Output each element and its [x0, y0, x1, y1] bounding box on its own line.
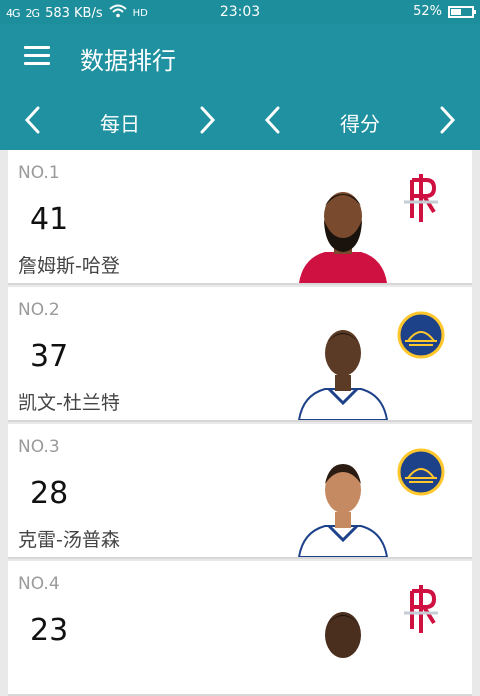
- player-headshot: [297, 464, 389, 557]
- player-name: 詹姆斯-哈登: [18, 255, 120, 277]
- period-next-chevron-icon[interactable]: [190, 102, 224, 138]
- rank-label: NO.2: [18, 300, 60, 320]
- battery-icon: [448, 5, 476, 18]
- stat-next-chevron-icon[interactable]: [430, 102, 464, 138]
- battery-fill: [451, 8, 461, 15]
- status-bar: 4G 2G 583 KB/s HD 23:03 52%: [0, 0, 480, 24]
- rockets-logo-icon: [404, 174, 438, 222]
- ranking-card-1[interactable]: NO.1 41 詹姆斯-哈登: [8, 150, 472, 285]
- rank-label: NO.4: [18, 574, 60, 594]
- app-bar: 数据排行: [0, 24, 480, 90]
- player-headshot: [325, 612, 361, 658]
- status-right: 52%: [413, 4, 476, 19]
- player-score: 23: [30, 613, 69, 648]
- rank-label: NO.3: [18, 437, 60, 457]
- hamburger-menu-icon[interactable]: [24, 46, 50, 66]
- warriors-logo-icon: [397, 311, 445, 359]
- period-filter-label: 每日: [100, 112, 140, 136]
- period-prev-chevron-icon[interactable]: [16, 102, 50, 138]
- clock: 23:03: [219, 4, 261, 20]
- rank-label: NO.1: [18, 163, 60, 183]
- player-name: 克雷-汤普森: [18, 529, 120, 551]
- player-name: 凯文-杜兰特: [18, 392, 120, 414]
- ranking-card-4[interactable]: NO.4 23: [8, 561, 472, 696]
- player-headshot: [297, 330, 389, 420]
- filter-bar: 每日 得分: [0, 90, 480, 150]
- stat-prev-chevron-icon[interactable]: [256, 102, 290, 138]
- ranking-card-2[interactable]: NO.2 37 凯文-杜兰特: [8, 287, 472, 422]
- player-score: 37: [30, 339, 69, 374]
- player-score: 41: [30, 202, 69, 237]
- player-score: 28: [30, 476, 69, 511]
- player-headshot: [299, 192, 387, 283]
- stat-filter-label: 得分: [340, 112, 380, 136]
- rockets-logo-icon: [404, 585, 438, 633]
- ranking-card-3[interactable]: NO.3 28 克雷-汤普森: [8, 424, 472, 559]
- battery-percent: 52%: [413, 4, 442, 19]
- warriors-logo-icon: [397, 448, 445, 496]
- page-title: 数据排行: [80, 47, 176, 75]
